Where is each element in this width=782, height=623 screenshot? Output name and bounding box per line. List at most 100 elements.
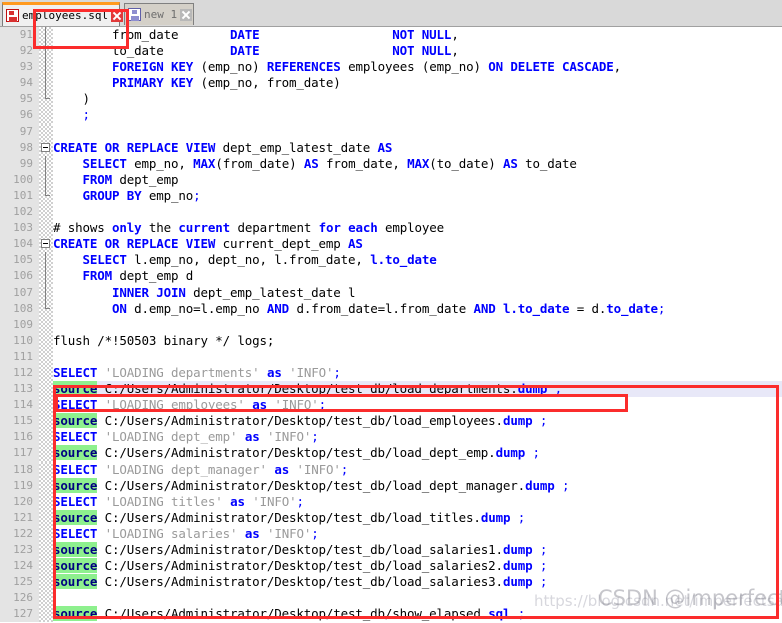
fold-column[interactable] <box>39 348 53 365</box>
fold-column[interactable] <box>39 75 53 92</box>
code-line[interactable]: 123 source C:/Users/Administrator/Deskto… <box>0 542 782 559</box>
fold-column[interactable] <box>39 187 53 205</box>
fold-column[interactable] <box>39 542 53 559</box>
fold-column[interactable] <box>39 43 53 60</box>
fold-column[interactable] <box>39 91 53 108</box>
code-line-current[interactable]: 113 source C:/Users/Administrator/Deskto… <box>0 381 782 398</box>
code-line[interactable]: 122 SELECT 'LOADING salaries' as 'INFO'; <box>0 525 782 542</box>
code-line[interactable]: 118 SELECT 'LOADING dept_manager' as 'IN… <box>0 461 782 478</box>
fold-column[interactable] <box>39 461 53 478</box>
fold-collapse-icon[interactable] <box>41 239 50 249</box>
code-line[interactable]: 112 SELECT 'LOADING departments' as 'INF… <box>0 364 782 382</box>
code-text: SELECT 'LOADING titles' as 'INFO'; <box>53 493 304 509</box>
fold-column[interactable] <box>39 332 53 349</box>
code-line[interactable]: 116 SELECT 'LOADING dept_emp' as 'INFO'; <box>0 429 782 446</box>
line-number: 116 <box>0 429 36 446</box>
fold-column[interactable] <box>39 284 53 301</box>
line-number: 107 <box>0 284 36 301</box>
fold-column[interactable] <box>39 381 53 398</box>
code-line[interactable]: 100 FROM dept_emp <box>0 171 782 188</box>
fold-column[interactable] <box>39 236 53 253</box>
fold-column[interactable] <box>39 493 53 510</box>
fold-column[interactable] <box>39 59 53 76</box>
code-line[interactable]: 106 FROM dept_emp d <box>0 268 782 285</box>
code-line[interactable]: 102 <box>0 204 782 221</box>
code-line[interactable]: 99 SELECT emp_no, MAX(from_date) AS from… <box>0 155 782 172</box>
code-line[interactable]: 125 source C:/Users/Administrator/Deskto… <box>0 574 782 591</box>
code-text: SELECT 'LOADING employees' as 'INFO'; <box>53 397 326 413</box>
code-line[interactable]: 117 source C:/Users/Administrator/Deskto… <box>0 445 782 462</box>
code-text: SELECT l.emp_no, dept_no, l.from_date, l… <box>82 252 437 268</box>
code-line[interactable]: 104 CREATE OR REPLACE VIEW current_dept_… <box>0 236 782 253</box>
code-line[interactable]: 109 <box>0 316 782 333</box>
fold-column[interactable] <box>39 445 53 462</box>
fold-column[interactable] <box>39 123 53 140</box>
line-number: 114 <box>0 397 36 414</box>
fold-column[interactable] <box>39 477 53 494</box>
fold-column[interactable] <box>39 27 53 44</box>
fold-column[interactable] <box>39 364 53 382</box>
fold-column[interactable] <box>39 107 53 124</box>
fold-collapse-icon[interactable] <box>41 142 50 152</box>
fold-column[interactable] <box>39 525 53 542</box>
code-line[interactable]: 95 ) <box>0 91 782 108</box>
fold-column[interactable] <box>39 574 53 591</box>
code-text: source C:/Users/Administrator/Desktop/te… <box>53 558 548 574</box>
fold-column[interactable] <box>39 171 53 188</box>
fold-column[interactable] <box>39 204 53 221</box>
fold-column[interactable] <box>39 220 53 237</box>
line-number: 119 <box>0 477 36 494</box>
code-line[interactable]: 96 ; <box>0 107 782 124</box>
code-line[interactable]: 105 SELECT l.emp_no, dept_no, l.from_dat… <box>0 252 782 269</box>
code-line[interactable]: 126 <box>0 590 782 607</box>
code-line[interactable]: 119 source C:/Users/Administrator/Deskto… <box>0 477 782 494</box>
code-line[interactable]: 121 source C:/Users/Administrator/Deskto… <box>0 509 782 526</box>
code-text: source C:/Users/Administrator/Desktop/te… <box>53 509 526 525</box>
tab-new-1[interactable]: new 1 <box>124 3 194 25</box>
fold-column[interactable] <box>39 429 53 446</box>
code-line[interactable]: 101 GROUP BY emp_no; <box>0 187 782 205</box>
line-number: 91 <box>0 27 36 44</box>
fold-column[interactable] <box>39 413 53 430</box>
fold-column[interactable] <box>39 268 53 285</box>
fold-column[interactable] <box>39 397 53 414</box>
line-number: 109 <box>0 316 36 333</box>
code-text: FROM dept_emp d <box>82 268 194 284</box>
code-line[interactable]: 97 <box>0 123 782 140</box>
floppy-disk-blue-icon <box>128 8 141 21</box>
fold-column[interactable] <box>39 252 53 269</box>
code-editor[interactable]: 91 from_date DATE NOT NULL, 92 to_date D… <box>0 27 782 623</box>
code-line[interactable]: 110 flush /*!50503 binary */ logs; <box>0 332 782 349</box>
line-number: 106 <box>0 268 36 285</box>
fold-line <box>45 155 46 172</box>
code-line[interactable]: 98 CREATE OR REPLACE VIEW dept_emp_lates… <box>0 139 782 156</box>
fold-column[interactable] <box>39 300 53 317</box>
fold-column[interactable] <box>39 509 53 526</box>
code-line[interactable]: 91 from_date DATE NOT NULL, <box>0 27 782 44</box>
line-number: 104 <box>0 236 36 253</box>
fold-column[interactable] <box>39 316 53 333</box>
code-line[interactable]: 111 <box>0 348 782 365</box>
code-line[interactable]: 94 PRIMARY KEY (emp_no, from_date) <box>0 75 782 92</box>
code-line[interactable]: 107 INNER JOIN dept_emp_latest_date l <box>0 284 782 301</box>
close-icon[interactable] <box>180 8 193 21</box>
code-line[interactable]: 108 ON d.emp_no=l.emp_no AND d.from_date… <box>0 300 782 317</box>
code-line[interactable]: 114 SELECT 'LOADING employees' as 'INFO'… <box>0 397 782 414</box>
code-line[interactable]: 127 source C:/Users/Administrator/Deskto… <box>0 606 782 623</box>
code-line[interactable]: 124 source C:/Users/Administrator/Deskto… <box>0 558 782 575</box>
fold-column[interactable] <box>39 155 53 172</box>
code-line[interactable]: 103 # shows only the current department … <box>0 220 782 237</box>
code-line[interactable]: 92 to_date DATE NOT NULL, <box>0 43 782 60</box>
code-line[interactable]: 93 FOREIGN KEY (emp_no) REFERENCES emplo… <box>0 59 782 76</box>
fold-column[interactable] <box>39 558 53 575</box>
fold-column[interactable] <box>39 139 53 156</box>
code-line[interactable]: 120 SELECT 'LOADING titles' as 'INFO'; <box>0 493 782 510</box>
code-text: from_date DATE NOT NULL, <box>53 27 459 42</box>
code-text: SELECT emp_no, MAX(from_date) AS from_da… <box>82 155 577 171</box>
fold-column[interactable] <box>39 606 53 623</box>
close-icon[interactable] <box>111 9 124 22</box>
tab-employees-sql[interactable]: employees.sql <box>2 2 124 26</box>
code-text: source C:/Users/Administrator/Desktop/te… <box>53 477 570 493</box>
code-line[interactable]: 115 source C:/Users/Administrator/Deskto… <box>0 413 782 430</box>
fold-column[interactable] <box>39 590 53 607</box>
